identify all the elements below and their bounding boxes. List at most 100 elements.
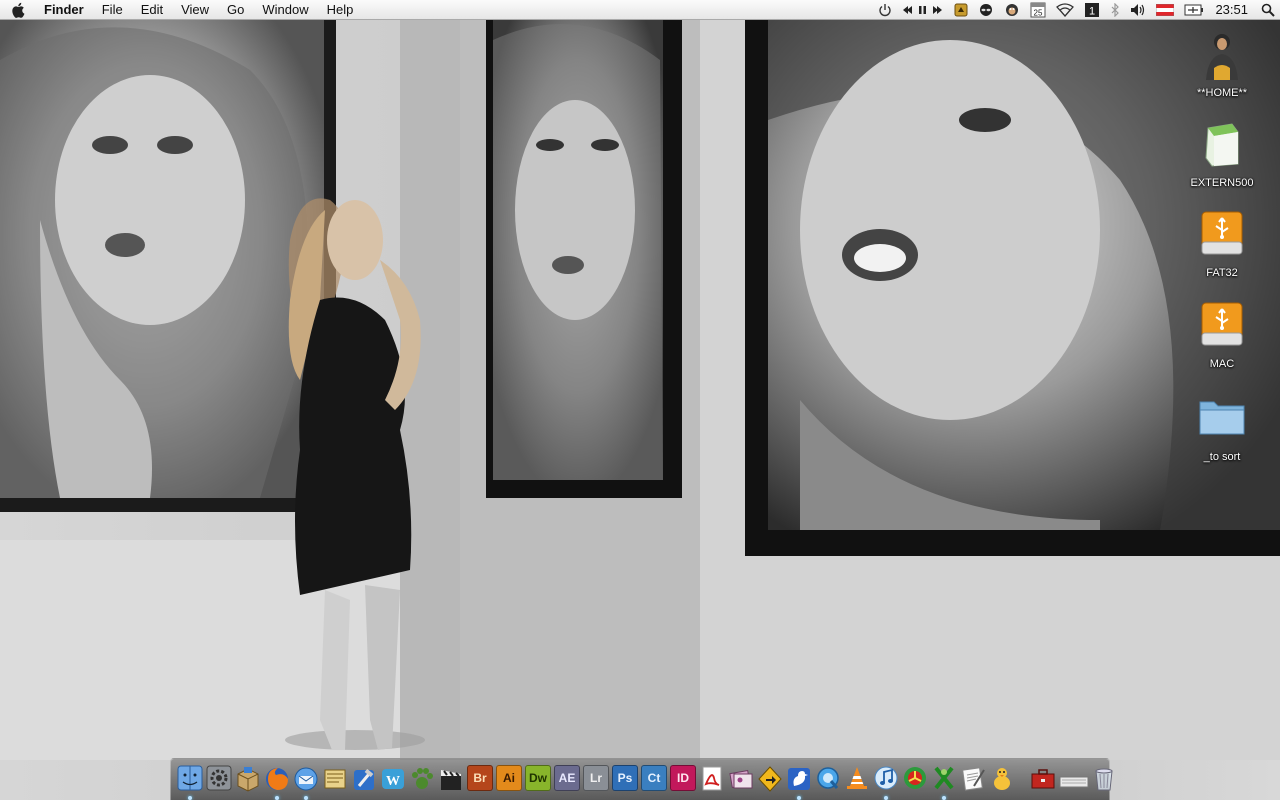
- volume-icon[interactable]: [1125, 0, 1151, 20]
- dock-keyboard[interactable]: [1059, 764, 1089, 796]
- running-indicator: [797, 795, 801, 800]
- dock-finder[interactable]: [177, 764, 204, 800]
- dreamweaver-tile: Dw: [525, 764, 551, 791]
- dock-system-preferences[interactable]: [206, 764, 233, 796]
- dock-firefox[interactable]: [264, 764, 291, 800]
- bluetooth-icon[interactable]: [1105, 0, 1125, 20]
- dock-itunes[interactable]: [873, 764, 900, 800]
- dock-quicktime[interactable]: [815, 764, 842, 796]
- photo-stack-icon: [729, 769, 753, 788]
- dock-toolbox[interactable]: [1030, 764, 1057, 796]
- menu-go[interactable]: Go: [218, 0, 253, 20]
- desktop-icon-extern500[interactable]: EXTERN500: [1177, 118, 1267, 189]
- spaces-number: 1: [1089, 5, 1095, 17]
- spotlight-search-icon[interactable]: [1256, 0, 1280, 20]
- dock-script-editor[interactable]: [322, 764, 349, 796]
- dock-x11[interactable]: [931, 764, 958, 800]
- wifi-icon[interactable]: [1051, 0, 1079, 20]
- gear-icon: [206, 765, 232, 790]
- keyboard-icon: [1059, 776, 1089, 787]
- menu-bar: Finder File Edit View Go Window Help 25: [0, 0, 1280, 20]
- dock-xcode[interactable]: [351, 764, 378, 796]
- bridge-tile: Br: [467, 764, 493, 791]
- dock-mail[interactable]: [293, 764, 320, 800]
- battery-icon[interactable]: [1179, 0, 1209, 20]
- dock-package-utility[interactable]: [235, 764, 262, 796]
- x11-x-icon: [934, 766, 954, 789]
- finder-icon: [177, 765, 203, 790]
- paw-icon: [412, 767, 433, 789]
- desktop-wallpaper: [0, 0, 1280, 800]
- menu-view[interactable]: View: [172, 0, 218, 20]
- dock-acrobat[interactable]: [699, 764, 726, 796]
- music-note-icon: [874, 766, 898, 789]
- power-icon[interactable]: [873, 0, 897, 20]
- media-prev-play-next-icon[interactable]: [902, 4, 944, 16]
- dock-photoshop[interactable]: Ps: [612, 764, 639, 796]
- dock-textedit[interactable]: [960, 764, 987, 796]
- quicktime-q-icon: [817, 766, 839, 789]
- running-indicator: [304, 795, 308, 800]
- desktop-icon-label: _to sort: [1203, 451, 1241, 463]
- media-controls: [897, 0, 949, 20]
- firefox-icon: [266, 767, 288, 790]
- desktop-icon-label: FAT32: [1206, 267, 1238, 279]
- spaces-icon[interactable]: 1: [1079, 0, 1105, 20]
- dock-final-cut[interactable]: [438, 764, 465, 796]
- hammer-icon: [354, 768, 374, 790]
- svg-text:W: W: [386, 774, 400, 789]
- input-source-flag-icon[interactable]: [1151, 0, 1179, 20]
- dock-after-effects[interactable]: AE: [554, 764, 581, 796]
- menu-file[interactable]: File: [93, 0, 132, 20]
- illustrator-tile: Ai: [496, 764, 522, 791]
- acrobat-pdf-icon: [702, 766, 722, 790]
- dock-word-web[interactable]: W: [380, 764, 407, 796]
- duck-adium-icon: [994, 767, 1010, 790]
- dock-bridge[interactable]: Br: [467, 764, 494, 796]
- monkey-icon[interactable]: [999, 0, 1025, 20]
- dock-growl[interactable]: [409, 764, 436, 796]
- alien-icon[interactable]: [973, 0, 999, 20]
- apple-menu-icon[interactable]: [10, 1, 28, 19]
- running-indicator: [188, 795, 192, 800]
- desktop-icon-fat32[interactable]: FAT32: [1177, 208, 1267, 279]
- after-effects-tile: AE: [554, 764, 580, 791]
- desktop-icon-label: MAC: [1209, 358, 1235, 370]
- dock-transmit[interactable]: [757, 764, 784, 796]
- external-drive-icon: [1205, 123, 1239, 167]
- dock-trash[interactable]: [1091, 764, 1118, 796]
- desktop-icon-to-sort[interactable]: _to sort: [1177, 392, 1267, 463]
- paper-pen-icon: [962, 766, 985, 791]
- desktop-icon-home[interactable]: **HOME**: [1177, 28, 1267, 99]
- calendar-day: 25: [1034, 8, 1043, 17]
- clapperboard-icon: [441, 769, 461, 790]
- desktop-icon-label: **HOME**: [1196, 87, 1248, 99]
- lightroom-tile: Lr: [583, 764, 609, 791]
- usb-drive-icon: [1201, 302, 1243, 346]
- dock-lightroom[interactable]: Lr: [583, 764, 610, 796]
- dock-dreamweaver[interactable]: Dw: [525, 764, 552, 796]
- dock-image-app[interactable]: [728, 764, 755, 796]
- menu-edit[interactable]: Edit: [132, 0, 172, 20]
- menu-extras: 25 1 23:51: [873, 0, 1280, 20]
- script-scroll-icon: [324, 769, 346, 788]
- dock-burn[interactable]: [902, 764, 929, 796]
- desktop-icon-mac[interactable]: MAC: [1177, 299, 1267, 370]
- menu-window[interactable]: Window: [253, 0, 317, 20]
- contribute-tile: Ct: [641, 764, 667, 791]
- photoshop-tile: Ps: [612, 764, 638, 791]
- dock-illustrator[interactable]: Ai: [496, 764, 523, 796]
- dock-vlc[interactable]: [844, 764, 871, 796]
- menu-app-finder[interactable]: Finder: [40, 0, 93, 20]
- dock-cyberduck[interactable]: [786, 764, 813, 800]
- menu-help[interactable]: Help: [318, 0, 363, 20]
- dock-contribute[interactable]: Ct: [641, 764, 668, 796]
- running-indicator: [275, 795, 279, 800]
- dock-adium[interactable]: [989, 764, 1016, 796]
- dock-indesign[interactable]: ID: [670, 764, 697, 796]
- running-indicator: [942, 795, 946, 800]
- calendar-icon[interactable]: 25: [1025, 0, 1051, 20]
- script-menu-icon[interactable]: [949, 0, 973, 20]
- menu-clock[interactable]: 23:51: [1209, 2, 1256, 17]
- traffic-cone-icon: [847, 766, 867, 789]
